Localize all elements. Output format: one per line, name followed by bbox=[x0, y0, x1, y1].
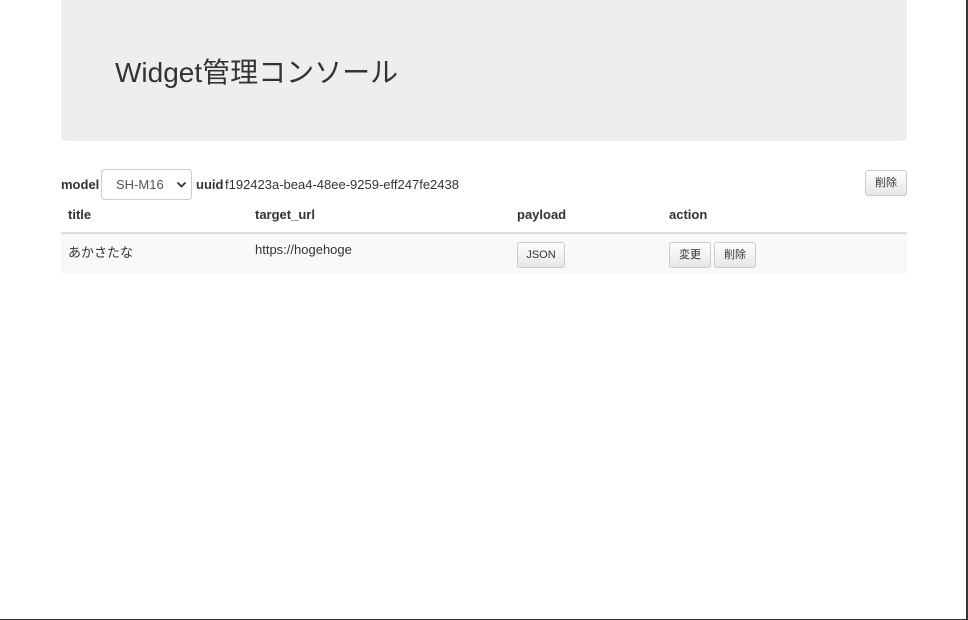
column-header-title: title bbox=[68, 207, 92, 222]
uuid-value: f192423a-bea4-48ee-9259-eff247fe2438 bbox=[225, 177, 459, 192]
header-panel: Widget管理コンソール bbox=[61, 0, 907, 141]
json-payload-button[interactable]: JSON bbox=[517, 242, 565, 268]
edit-button[interactable]: 変更 bbox=[669, 242, 711, 268]
model-select-value: SH-M16 bbox=[116, 177, 164, 192]
table-header-row: title target_url payload action bbox=[61, 200, 907, 234]
cell-target-url: https://hogehoge bbox=[255, 242, 352, 257]
column-header-action: action bbox=[669, 207, 708, 222]
page-title: Widget管理コンソール bbox=[115, 57, 399, 88]
model-select[interactable]: SH-M16 bbox=[101, 169, 192, 200]
cell-title: あかさたな bbox=[68, 245, 134, 260]
device-toolbar: model SH-M16 uuid f192423a-bea4-48ee-925… bbox=[61, 169, 907, 200]
delete-device-button[interactable]: 削除 bbox=[865, 170, 907, 196]
uuid-label: uuid bbox=[196, 177, 224, 192]
column-header-payload: payload bbox=[517, 207, 567, 222]
widget-table: title target_url payload action あかさたな ht… bbox=[61, 200, 907, 274]
page: Widget管理コンソール model SH-M16 uuid f192423a… bbox=[0, 0, 968, 620]
column-header-target-url: target_url bbox=[255, 207, 315, 222]
model-label: model bbox=[61, 177, 100, 192]
table-row: あかさたな https://hogehoge JSON 変更 削除 bbox=[61, 234, 907, 274]
chevron-down-icon bbox=[176, 181, 187, 188]
delete-widget-button[interactable]: 削除 bbox=[714, 242, 756, 268]
